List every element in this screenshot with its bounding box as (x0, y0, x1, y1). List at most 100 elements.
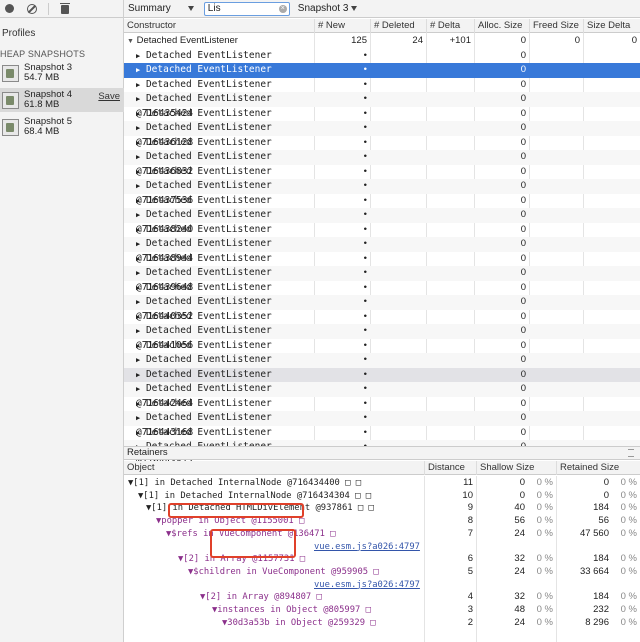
clear-icon[interactable] (26, 3, 38, 15)
table-row[interactable]: ▶ Detached EventListener @716441760 • 0 (124, 353, 640, 380)
expand-triangle-icon[interactable]: ▶ (136, 356, 140, 364)
table-row[interactable]: ▶ Detached EventListener @716442976 • 0 (124, 397, 640, 424)
table-row[interactable]: ▶ Detached EventListener @716441056 • 0 (124, 324, 640, 351)
table-row[interactable]: ▶ Detached EventListener @716436832 • 0 (124, 150, 640, 177)
col-freed-size[interactable]: Freed Size (529, 19, 583, 33)
col-new[interactable]: # New (314, 19, 370, 33)
source-link[interactable]: vue.esm.js?a026:4797 (314, 541, 424, 554)
snapshot-item[interactable]: Snapshot 5 68.4 MB (0, 115, 124, 139)
col-shallow-size[interactable]: Shallow Size (476, 461, 556, 475)
table-row[interactable]: ▶ Detached EventListener @716438048 • 0 (124, 194, 640, 221)
expand-triangle-icon[interactable]: ▶ (136, 255, 140, 263)
expand-triangle-icon[interactable]: ▶ (136, 153, 140, 161)
retainer-row[interactable]: vue.esm.js?a026:4797 (124, 541, 640, 554)
col-distance[interactable]: Distance (424, 461, 476, 475)
table-row[interactable]: ▶ Detached EventListener @716442272 • 0 (124, 367, 640, 394)
table-row[interactable]: ▶ Detached EventListener @716435232 • 0 (124, 78, 640, 105)
table-row[interactable]: ▶ Detached EventListener @716435424 • 0 (124, 92, 640, 119)
chevron-down-icon (187, 6, 194, 11)
table-row[interactable]: ▶ Detached EventListener @716440352 • 0 (124, 295, 640, 322)
new-count: • (363, 64, 367, 75)
table-row[interactable]: ▶ Detached EventListener @716437344 • 0 (124, 165, 640, 192)
expand-triangle-icon[interactable]: ▶ (136, 197, 140, 205)
retainer-row[interactable]: ▼instances in Object @805997 □ 3 48 0 % 232 0… (124, 604, 640, 617)
table-row[interactable]: ▶ Detached EventListener @716443680 • 0 (124, 426, 640, 453)
table-row[interactable]: ▶ Detached EventListener @716437536 • 0 (124, 179, 640, 206)
retainer-row[interactable]: ▼[2] in Array @894807 □ 4 32 0 % 184 0 % (124, 591, 640, 604)
expand-triangle-icon[interactable]: ▶ (136, 429, 140, 437)
retainer-row[interactable]: ▼[1] in Detached InternalNode @716434304… (124, 490, 640, 503)
trash-icon[interactable] (59, 2, 71, 15)
expand-triangle-icon[interactable]: ▶ (136, 269, 140, 277)
col-delta[interactable]: # Delta (426, 19, 474, 33)
table-row[interactable]: ▶ Detached EventListener @716440160 • 0 (124, 281, 640, 308)
table-row[interactable]: ▶ Detached EventListener @716436640 • 0 (124, 136, 640, 163)
expand-triangle-icon[interactable]: ▶ (136, 66, 140, 74)
table-row[interactable]: ▶ Detached EventListener @716441568 • 0 (124, 339, 640, 366)
col-retained-size[interactable]: Retained Size (556, 461, 640, 475)
expand-triangle-icon[interactable]: ▶ (136, 414, 140, 422)
expand-triangle-icon[interactable]: ▶ (136, 110, 140, 118)
col-object[interactable]: Object (124, 461, 424, 475)
snapshot-item-selected[interactable]: Snapshot 4 61.8 MB Save (0, 88, 124, 112)
expand-triangle-icon[interactable]: ▶ (136, 371, 140, 379)
table-row[interactable]: ▶ Detached EventListener @716438240 • 0 (124, 208, 640, 235)
expand-triangle-icon[interactable]: ▶ (136, 139, 140, 147)
expand-triangle-icon[interactable]: ▶ (136, 385, 140, 393)
expand-triangle-icon[interactable]: ▶ (136, 52, 140, 60)
drag-handle-icon[interactable] (628, 449, 634, 457)
table-row[interactable]: ▶ Detached EventListener @716434720 • 0 (124, 63, 640, 90)
table-row[interactable]: ▶ Detached EventListener @716438944 • 0 (124, 237, 640, 264)
expand-triangle-icon[interactable]: ▶ (136, 95, 140, 103)
retainer-row[interactable]: ▼30d3a53b in Object @259329 □ 2 24 0 % 8 296… (124, 617, 640, 630)
expand-triangle-icon[interactable]: ▶ (136, 327, 140, 335)
retained-size-percent: 0 % (620, 527, 637, 539)
expand-triangle-icon[interactable]: ▶ (136, 182, 140, 190)
table-row[interactable]: ▶ Detached EventListener @716438752 • 0 (124, 223, 640, 250)
col-deleted[interactable]: # Deleted (370, 19, 426, 33)
shallow-size-percent (528, 579, 556, 592)
table-row[interactable]: ▶ Detached EventListener @716439456 • 0 (124, 252, 640, 279)
col-size-delta[interactable]: Size Delta (583, 19, 640, 33)
class-filter-input[interactable]: Lis × (203, 1, 290, 16)
expand-triangle-icon[interactable]: ▶ (136, 298, 140, 306)
expand-triangle-icon[interactable]: ▶ (136, 313, 140, 321)
retainer-row[interactable]: ▼[1] in Detached InternalNode @716434400… (124, 477, 640, 490)
constructor-cell: ▶ Detached EventListener @716435936 (124, 107, 314, 134)
table-row[interactable]: ▶ Detached EventListener @716435936 • 0 (124, 107, 640, 134)
source-link[interactable]: vue.esm.js?a026:4797 (314, 579, 424, 592)
table-row[interactable]: ▶ Detached EventListener @716440864 • 0 (124, 310, 640, 337)
table-row[interactable]: ▶ Detached EventListener @716442464 • 0 (124, 382, 640, 409)
expand-triangle-icon[interactable]: ▶ (136, 400, 140, 408)
compare-snapshot-select[interactable]: Snapshot 3 (298, 3, 358, 14)
expand-triangle-icon[interactable]: ▶ (136, 284, 140, 292)
expand-triangle-icon[interactable]: ▼ (127, 38, 134, 45)
table-row[interactable]: ▶ Detached EventListener @716434528 • 0 (124, 49, 640, 76)
distance-value: 6 (467, 553, 473, 565)
clear-filter-icon[interactable]: × (278, 4, 287, 13)
constructor-cell: ▶ Detached EventListener @716437536 (124, 179, 314, 206)
shallow-size-value: 24 (514, 565, 525, 577)
expand-triangle-icon[interactable]: ▶ (136, 342, 140, 350)
retainer-row[interactable]: ▼$children in VueComponent @959905 □ 5 24 0… (124, 566, 640, 579)
snapshot-item[interactable]: Snapshot 3 54.7 MB (0, 61, 124, 85)
expand-triangle-icon[interactable]: ▶ (136, 168, 140, 176)
expand-triangle-icon[interactable]: ▶ (136, 81, 140, 89)
view-select[interactable]: Summary (128, 3, 194, 14)
expand-triangle-icon[interactable]: ▶ (136, 226, 140, 234)
expand-triangle-icon[interactable]: ▶ (136, 124, 140, 132)
table-row[interactable]: ▶ Detached EventListener @716436128 • 0 (124, 121, 640, 148)
table-row[interactable]: ▶ Detached EventListener @716439648 • 0 (124, 266, 640, 293)
retainer-row[interactable]: vue.esm.js?a026:4797 (124, 579, 640, 592)
save-link[interactable]: Save (98, 91, 120, 102)
constructor-group-row[interactable]: ▼ Detached EventListener 125 24 +101 0 0… (124, 34, 640, 49)
col-alloc-size[interactable]: Alloc. Size (474, 19, 529, 33)
expand-triangle-icon[interactable]: ▶ (136, 211, 140, 219)
record-icon[interactable] (4, 3, 16, 15)
col-constructor[interactable]: Constructor (124, 19, 314, 33)
expand-triangle-icon[interactable]: ▶ (136, 240, 140, 248)
retainer-row[interactable]: ▼[2] in Array @1157731 □ 6 32 0 % 184 0 % (124, 553, 640, 566)
retainer-row[interactable]: ▼$refs in VueComponent @136471 □ 7 24 0 % 47… (124, 528, 640, 541)
table-row[interactable]: ▶ Detached EventListener @716443168 • 0 (124, 411, 640, 438)
constructor-cell: ▶ Detached EventListener @716436832 (124, 150, 314, 177)
